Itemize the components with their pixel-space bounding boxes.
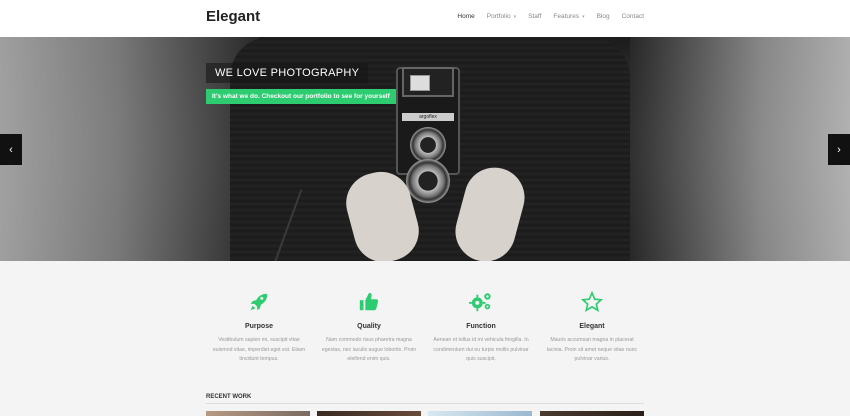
feature-text: Aenean et tellus id mi vehicula fringill… — [433, 337, 529, 362]
camera-brand-label: argoflex — [402, 113, 454, 121]
hero-background-right — [630, 37, 850, 261]
rocket-icon — [209, 290, 309, 314]
feature-title: Purpose — [244, 323, 273, 330]
site-logo[interactable]: Elegant — [206, 8, 260, 25]
feature-title: Elegant — [579, 323, 605, 330]
nav-label: Home — [457, 13, 475, 20]
hero-slider: argoflex WE LOVE PHOTOGRAPHY It's what w… — [0, 37, 850, 261]
star-icon — [542, 290, 642, 314]
site-header: Elegant Home Portfolio ▾ Staff Features ▾ … — [0, 0, 850, 37]
thumbs-up-icon — [319, 290, 419, 314]
portfolio-thumbnail[interactable] — [206, 411, 310, 416]
nav-label: Blog — [596, 13, 610, 20]
camera-plate — [410, 75, 430, 91]
section-divider — [206, 403, 644, 404]
portfolio-thumbnail[interactable] — [428, 411, 532, 416]
feature-text: Nam commodo risus pharetra magna egestas… — [321, 337, 417, 362]
feature-elegant: Elegant Mauris accumsan magna in placera… — [542, 290, 642, 365]
hero-title: WE LOVE PHOTOGRAPHY — [206, 63, 369, 83]
chevron-right-icon: › — [837, 143, 841, 156]
chevron-down-icon: ▾ — [513, 13, 517, 20]
portfolio-thumbnail[interactable] — [540, 411, 644, 416]
nav-item-staff[interactable]: Staff — [528, 13, 541, 20]
nav-label: Staff — [528, 13, 542, 20]
chevron-down-icon: ▾ — [582, 13, 585, 20]
main-nav: Home Portfolio ▾ Staff Features ▾ Blog Con… — [445, 13, 644, 20]
nav-item-blog[interactable]: Blog — [597, 13, 610, 20]
feature-text: Mauris accumsan magna in placerat lacini… — [546, 337, 638, 362]
portfolio-thumbnail[interactable] — [317, 411, 421, 416]
nav-label: Portfolio — [486, 13, 511, 20]
feature-purpose: Purpose Vestibulum sapien mi, suscipit v… — [209, 290, 309, 365]
feature-title: Function — [466, 323, 496, 330]
feature-quality: Quality Nam commodo risus pharetra magna… — [319, 290, 419, 365]
gears-icon — [431, 290, 531, 314]
slider-next-button[interactable]: › — [828, 134, 850, 165]
nav-label: Contact — [621, 13, 644, 20]
left-hand — [339, 165, 426, 261]
hero-subtitle[interactable]: It's what we do. Checkout our portfolio … — [206, 89, 396, 104]
nav-item-contact[interactable]: Contact — [622, 13, 644, 20]
nav-item-home[interactable]: Home — [457, 13, 474, 20]
recent-work-heading: RECENT WORK — [206, 394, 252, 400]
nav-item-portfolio[interactable]: Portfolio ▾ — [487, 13, 516, 20]
features-section: Purpose Vestibulum sapien mi, suscipit v… — [206, 290, 644, 370]
chevron-left-icon: ‹ — [9, 143, 13, 156]
nav-item-features[interactable]: Features ▾ — [553, 13, 584, 20]
right-hand — [448, 160, 532, 261]
nav-label: Features — [553, 13, 580, 20]
feature-title: Quality — [357, 323, 381, 330]
feature-text: Vestibulum sapien mi, suscipit vitae eui… — [212, 337, 306, 362]
feature-function: Function Aenean et tellus id mi vehicula… — [431, 290, 531, 365]
hands-image — [339, 152, 532, 261]
slider-prev-button[interactable]: ‹ — [0, 134, 22, 165]
